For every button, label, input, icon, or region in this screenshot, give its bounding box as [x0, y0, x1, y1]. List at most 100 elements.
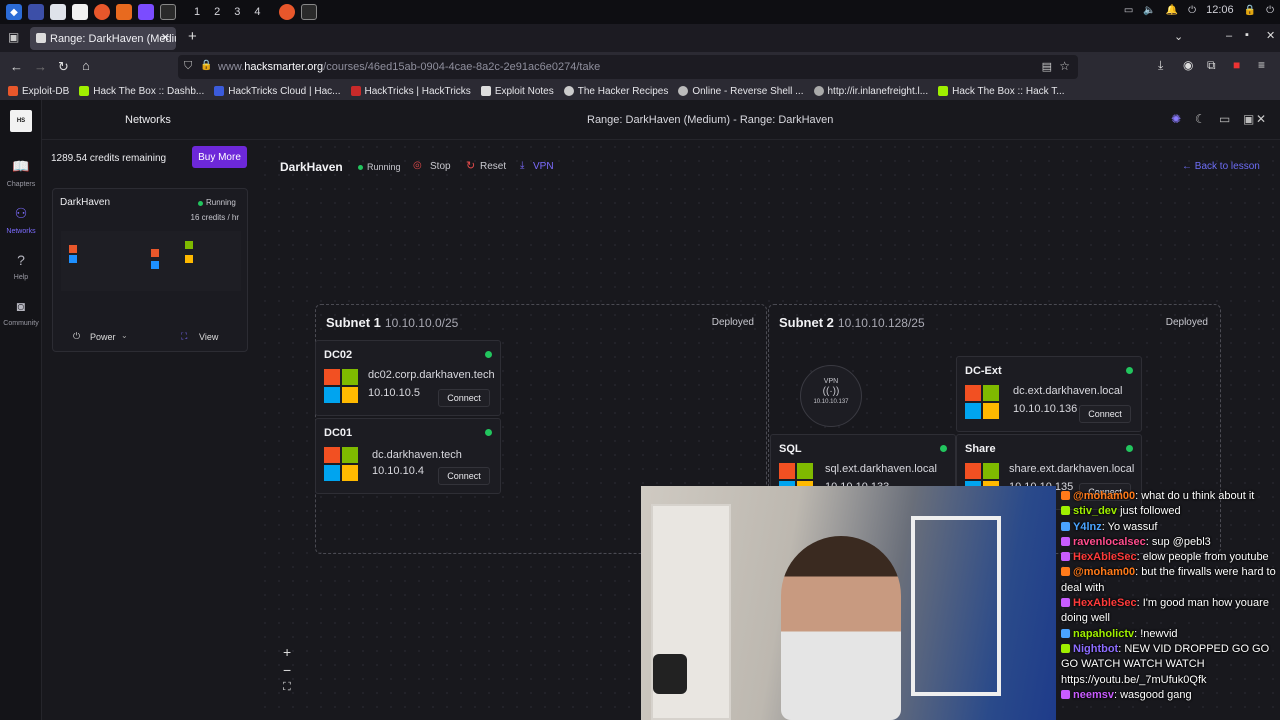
menu-icon[interactable]: ≡: [1258, 58, 1265, 72]
connect-button[interactable]: Connect: [1079, 405, 1131, 423]
workspace-2[interactable]: 2: [214, 6, 220, 18]
bookmark-item[interactable]: HackTricks | HackTricks: [350, 86, 471, 97]
clock: 12:06: [1206, 4, 1234, 16]
theme-light-icon[interactable]: ✺: [1171, 112, 1181, 126]
power-icon[interactable]: ⏻: [1266, 5, 1274, 16]
download-icon[interactable]: ⤓: [1158, 58, 1163, 73]
zoom-out-button[interactable]: −: [283, 662, 291, 678]
lock-icon[interactable]: 🔒: [200, 60, 212, 71]
vpn-button[interactable]: VPN: [533, 161, 554, 172]
zoom-in-button[interactable]: +: [283, 644, 291, 660]
reader-view-icon[interactable]: ▤: [1042, 60, 1052, 73]
text-editor-icon[interactable]: [72, 4, 88, 20]
maximize-icon[interactable]: ▪: [1245, 29, 1249, 41]
rail-item-networks[interactable]: ⚇ Networks: [0, 205, 42, 235]
bookmark-item[interactable]: Exploit Notes: [480, 85, 554, 97]
bookmark-item[interactable]: http://ir.inlanefreight.l...: [813, 86, 928, 97]
account-icon[interactable]: ◉: [1183, 58, 1193, 72]
workspace-3[interactable]: 3: [234, 6, 240, 18]
bookmark-star-icon[interactable]: ☆: [1059, 59, 1070, 73]
bookmark-favicon-icon: [350, 86, 361, 96]
terminal-icon[interactable]: [300, 4, 317, 20]
bookmark-favicon-icon: [214, 86, 225, 96]
theme-dark-icon[interactable]: ☾: [1195, 112, 1206, 126]
reload-icon[interactable]: ↻: [58, 59, 69, 75]
chat-text: : elow people from youtube: [1136, 551, 1269, 564]
home-icon[interactable]: ⌂: [82, 58, 90, 73]
bookmark-label: Exploit Notes: [494, 85, 554, 97]
url-bar[interactable]: ⛉ 🔒 www. hacksmarter.org/courses/46ed15ab…: [178, 55, 1078, 79]
bookmark-item[interactable]: Online - Reverse Shell ...: [678, 86, 804, 97]
tab-list-icon[interactable]: ▣: [8, 30, 19, 44]
notification-icon[interactable]: 🔔: [1166, 5, 1178, 16]
monitor-icon[interactable]: ▭: [1219, 112, 1230, 126]
power-icon[interactable]: ⏻: [73, 331, 80, 342]
sidebar-toggle-icon[interactable]: ▣: [1243, 112, 1254, 126]
subnet-cidr: 10.10.10.0/25: [384, 316, 459, 330]
close-window-icon[interactable]: ✕: [1266, 29, 1275, 42]
kali-menu-icon[interactable]: ◆: [6, 4, 22, 20]
bookmark-favicon-icon: [678, 86, 689, 96]
fit-view-button[interactable]: ⛶: [283, 681, 291, 694]
webcam-overlay: [641, 486, 1056, 720]
brand-logo[interactable]: HS: [10, 110, 32, 132]
rail-item-community[interactable]: ◙ Community: [0, 298, 42, 327]
close-icon[interactable]: ✕: [1256, 112, 1266, 126]
range-name: DarkHaven: [280, 160, 343, 174]
range-card-rate: 16 credits / hr: [190, 213, 239, 222]
machine-card-dc01[interactable]: DC01 dc.darkhaven.tech 10.10.10.4 Connec…: [315, 418, 501, 494]
rail-item-help[interactable]: ? Help: [0, 252, 42, 281]
bookmark-item[interactable]: Exploit-DB: [8, 86, 69, 97]
power-button[interactable]: Power: [90, 332, 116, 342]
bookmark-label: Exploit-DB: [22, 85, 70, 97]
lock-icon[interactable]: 🔒: [1244, 5, 1256, 16]
back-icon[interactable]: ←: [10, 59, 23, 74]
reset-button[interactable]: Reset: [480, 161, 506, 172]
status-dot: [1126, 445, 1133, 452]
extension-icon[interactable]: ■: [1233, 58, 1240, 72]
shield-icon[interactable]: ⛉: [184, 60, 192, 73]
screen-icon[interactable]: ▭: [1124, 5, 1133, 16]
nav-rail: HS 📖 Chapters ⚇ Networks ? Help ◙ Community: [0, 100, 42, 720]
buy-more-button[interactable]: Buy More: [192, 146, 247, 168]
extensions-icon[interactable]: ⧉: [1207, 58, 1216, 73]
stop-button[interactable]: Stop: [430, 161, 451, 172]
chevron-down-icon[interactable]: ⌄: [121, 331, 128, 340]
subnet-cidr: 10.10.10.128/25: [837, 316, 925, 330]
terminal-icon[interactable]: [138, 4, 154, 20]
new-tab-icon[interactable]: +: [188, 28, 197, 45]
workspace-1[interactable]: 1: [194, 6, 200, 18]
minimize-icon[interactable]: –: [1226, 30, 1232, 42]
bookmark-item[interactable]: Hack The Box :: Dashb...: [79, 86, 204, 97]
burp-icon[interactable]: [116, 4, 132, 20]
desktop-icon[interactable]: [28, 4, 44, 20]
connect-button[interactable]: Connect: [438, 389, 490, 407]
file-manager-icon[interactable]: [50, 4, 66, 20]
view-button[interactable]: View: [199, 332, 218, 342]
forward-icon[interactable]: →: [34, 59, 47, 74]
chat-username: Nightbot: [1073, 642, 1119, 655]
volume-icon[interactable]: 🔈: [1143, 5, 1155, 16]
machine-hostname: share.ext.darkhaven.local: [1009, 463, 1135, 475]
rail-item-chapters[interactable]: 📖 Chapters: [0, 158, 42, 188]
back-to-lesson-link[interactable]: ← Back to lesson: [1182, 161, 1260, 172]
vpn-node[interactable]: VPN ((·)) 10.10.10.137: [800, 365, 862, 427]
tab-favicon-icon: [36, 33, 46, 43]
terminal-icon[interactable]: [160, 4, 176, 20]
connect-button[interactable]: Connect: [438, 467, 490, 485]
workspace-4[interactable]: 4: [254, 6, 260, 18]
chevron-down-icon[interactable]: ⌄: [1174, 30, 1183, 43]
firefox-icon[interactable]: [94, 4, 110, 20]
range-card[interactable]: DarkHaven Running 16 credits / hr ⏻ Powe…: [52, 188, 248, 352]
machine-card-dc-ext[interactable]: DC-Ext dc.ext.darkhaven.local 10.10.10.1…: [956, 356, 1142, 432]
chat-message: ravenlocalsec: sup @pebl3: [1061, 535, 1280, 550]
browser-tab[interactable]: Range: DarkHaven (Mediu ✕: [30, 27, 176, 50]
bookmark-item[interactable]: HackTricks Cloud | Hac...: [214, 86, 341, 97]
close-icon[interactable]: ✕: [161, 31, 170, 44]
vpn-ip: 10.10.10.137: [813, 399, 849, 405]
firefox-icon[interactable]: [278, 4, 295, 20]
bookmark-item[interactable]: Hack The Box :: Hack T...: [938, 86, 1065, 97]
bookmark-item[interactable]: The Hacker Recipes: [563, 86, 668, 97]
machine-card-dc02[interactable]: DC02 dc02.corp.darkhaven.tech 10.10.10.5…: [315, 340, 501, 416]
power-icon[interactable]: ⏻: [1188, 5, 1196, 16]
